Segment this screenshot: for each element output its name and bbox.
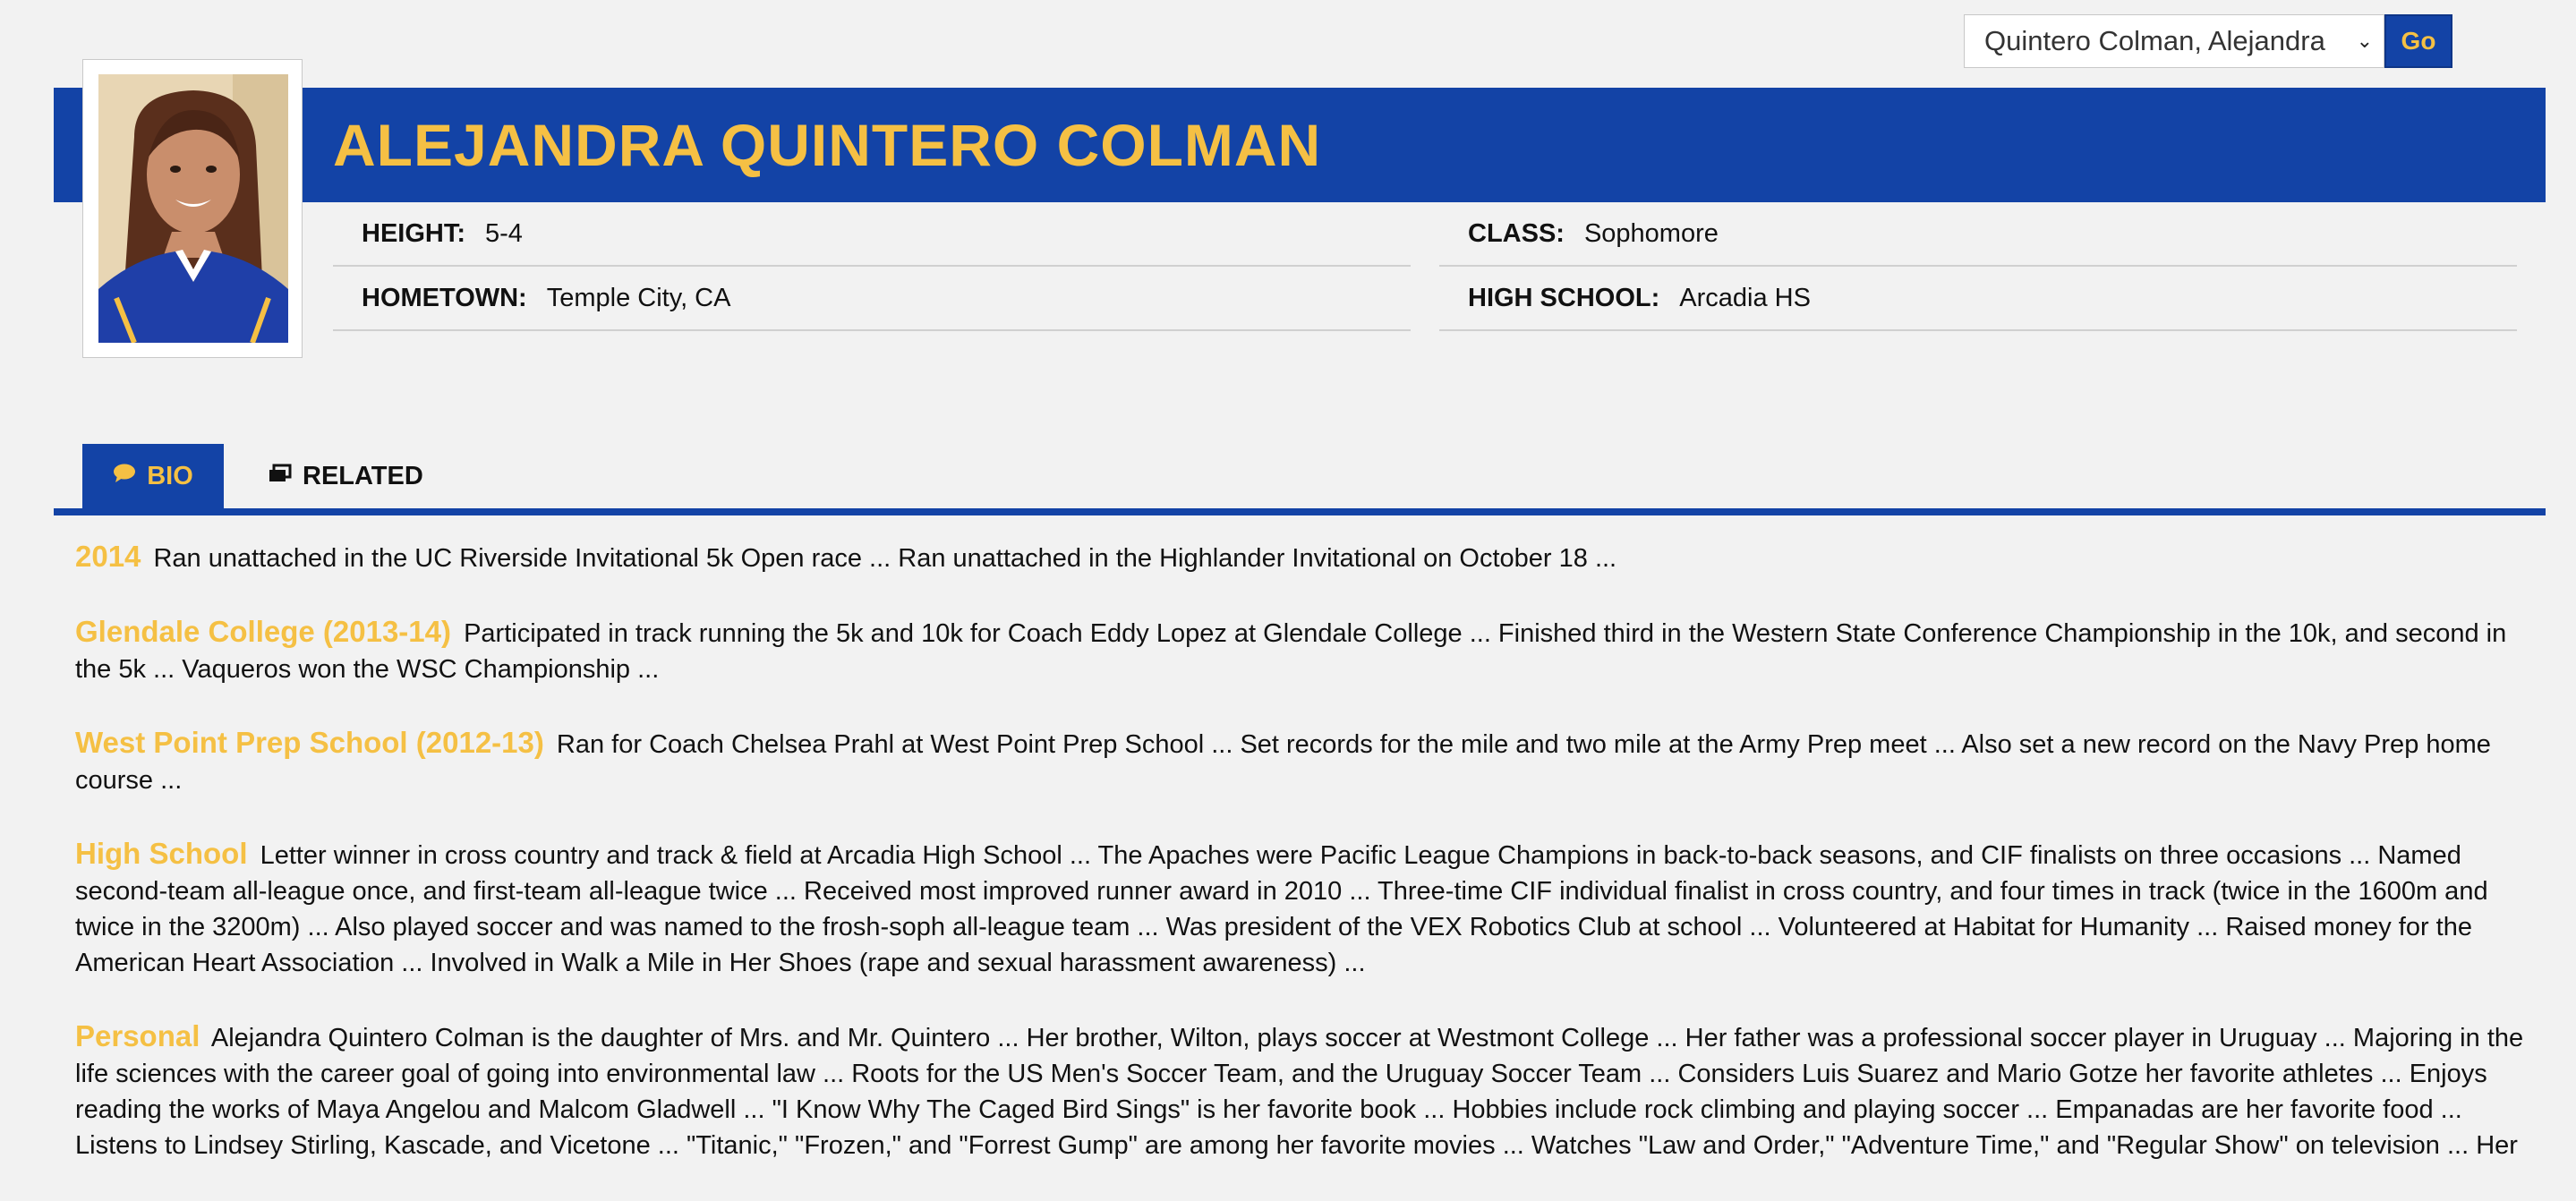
height-value: 5-4	[485, 218, 523, 248]
tab-bio-label: BIO	[147, 461, 193, 490]
class-value: Sophomore	[1583, 218, 1719, 248]
player-name: ALEJANDRA QUINTERO COLMAN	[333, 112, 1322, 178]
bio-content: 2014 Ran unattached in the UC Riverside …	[75, 539, 2528, 1201]
tab-related-label: RELATED	[303, 461, 423, 490]
detail-hometown: HOMETOWN: Temple City, CA	[333, 267, 1411, 331]
tab-bio[interactable]: BIO	[82, 444, 224, 508]
headshot-frame	[82, 59, 303, 358]
roster-selector: Quintero Colman, Alejandra ⌄ Go	[1964, 14, 2452, 68]
bio-heading: Glendale College (2013-14)	[75, 615, 451, 648]
name-banner: ALEJANDRA QUINTERO COLMAN	[54, 88, 2546, 202]
bio-heading: 2014	[75, 540, 141, 573]
roster-select[interactable]: Quintero Colman, Alejandra ⌄	[1964, 14, 2384, 68]
hometown-value: Temple City, CA	[546, 283, 731, 312]
photos-icon	[269, 464, 292, 490]
bio-heading: High School	[75, 837, 248, 870]
detail-height: HEIGHT: 5-4	[333, 202, 1411, 267]
bio-text: Letter winner in cross country and track…	[75, 841, 2488, 977]
bio-heading: West Point Prep School (2012-13)	[75, 726, 544, 759]
speech-bubble-icon	[113, 464, 136, 490]
high-school-value: Arcadia HS	[1679, 283, 1811, 312]
bio-paragraph: 2014 Ran unattached in the UC Riverside …	[75, 539, 2528, 576]
profile-tabs: BIO RELATED	[82, 444, 452, 508]
chevron-down-icon: ⌄	[2356, 30, 2373, 52]
height-label: HEIGHT:	[362, 218, 465, 248]
bio-text: Ran unattached in the UC Riverside Invit…	[153, 544, 1617, 573]
detail-high-school: HIGH SCHOOL: Arcadia HS	[1439, 267, 2517, 331]
bio-heading: Personal	[75, 1019, 200, 1052]
tab-related[interactable]: RELATED	[224, 444, 452, 508]
tab-divider	[54, 508, 2546, 515]
hometown-label: HOMETOWN:	[362, 283, 527, 312]
bio-paragraph: High School Letter winner in cross count…	[75, 836, 2528, 981]
detail-class: CLASS: Sophomore	[1439, 202, 2517, 267]
bio-text: Alejandra Quintero Colman is the daughte…	[75, 1024, 2524, 1160]
high-school-label: HIGH SCHOOL:	[1468, 283, 1660, 312]
bio-paragraph: West Point Prep School (2012-13) Ran for…	[75, 725, 2528, 798]
class-label: CLASS:	[1468, 218, 1565, 248]
player-headshot	[98, 74, 288, 343]
bio-paragraph: Glendale College (2013-14) Participated …	[75, 614, 2528, 687]
go-button[interactable]: Go	[2384, 14, 2452, 68]
bio-paragraph: Personal Alejandra Quintero Colman is th…	[75, 1018, 2528, 1163]
roster-select-value: Quintero Colman, Alejandra	[1984, 25, 2325, 56]
page: Quintero Colman, Alejandra ⌄ Go ALEJANDR…	[54, 0, 2546, 1160]
